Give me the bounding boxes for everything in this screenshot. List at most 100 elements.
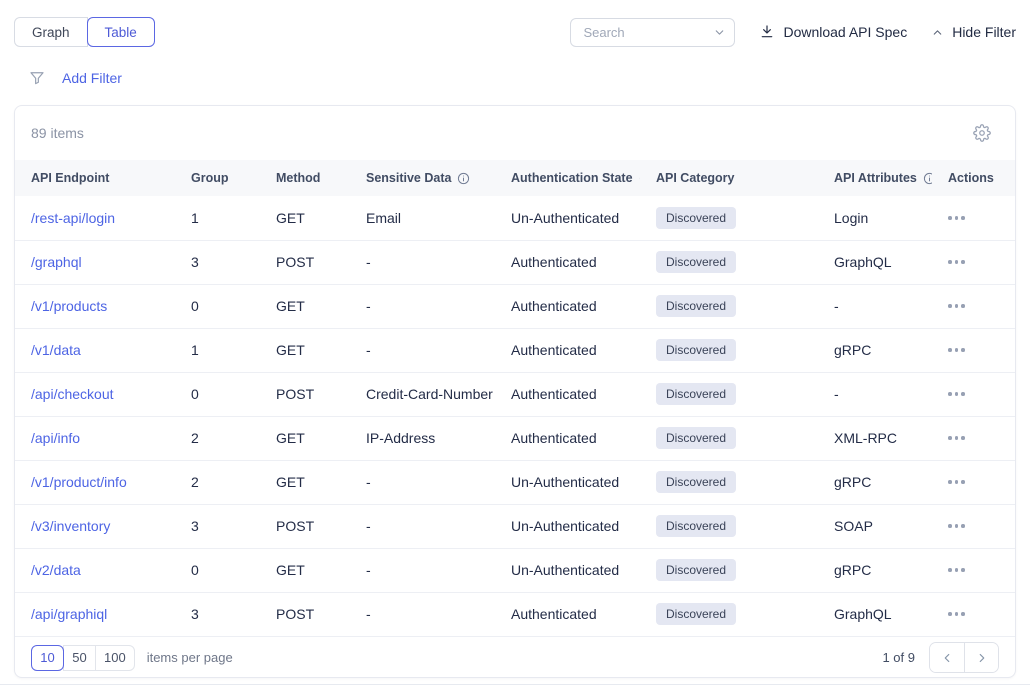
endpoint-link[interactable]: /v2/data: [31, 562, 81, 578]
column-header-authentication-state[interactable]: Authentication State: [495, 160, 640, 196]
table-row: /v3/inventory 3 POST - Un-Authenticated …: [15, 504, 1015, 548]
column-header-sensitive-data[interactable]: Sensitive Data: [350, 160, 495, 196]
table-settings-button[interactable]: [973, 124, 991, 142]
table-row: /v1/data 1 GET - Authenticated Discovere…: [15, 328, 1015, 372]
filter-bar: Add Filter: [28, 68, 1030, 88]
attributes-cell: gRPC: [818, 328, 932, 372]
top-toolbar: Graph Table Download API Spec Hide Filte…: [0, 0, 1030, 47]
endpoint-link[interactable]: /rest-api/login: [31, 210, 115, 226]
group-cell: 3: [175, 592, 260, 636]
group-cell: 3: [175, 240, 260, 284]
endpoint-link[interactable]: /api/graphiql: [31, 606, 107, 622]
gear-icon: [973, 124, 991, 142]
download-api-spec-button[interactable]: Download API Spec: [759, 24, 907, 40]
status-badge: Discovered: [656, 559, 736, 581]
page-size-50-button[interactable]: 50: [63, 645, 96, 671]
auth-state-cell: Authenticated: [495, 240, 640, 284]
table-view-button[interactable]: Table: [87, 17, 155, 47]
method-cell: POST: [260, 592, 350, 636]
auth-state-cell: Authenticated: [495, 592, 640, 636]
actions-cell: [932, 196, 1015, 240]
page-size-group: 10 50 100 items per page: [31, 645, 233, 671]
search-input[interactable]: [570, 18, 735, 47]
search-select: [570, 18, 735, 47]
auth-state-cell: Authenticated: [495, 416, 640, 460]
sensitive-data-cell: -: [350, 460, 495, 504]
pager: 1 of 9: [882, 642, 999, 673]
endpoint-link[interactable]: /v1/products: [31, 298, 107, 314]
group-cell: 3: [175, 504, 260, 548]
chevron-up-icon: [931, 26, 944, 39]
column-header-group[interactable]: Group: [175, 160, 260, 196]
endpoint-cell: /graphql: [15, 240, 175, 284]
category-cell: Discovered: [640, 460, 818, 504]
row-actions-button[interactable]: [948, 212, 965, 224]
page-size-10-button[interactable]: 10: [31, 645, 64, 671]
add-filter-button[interactable]: Add Filter: [62, 70, 122, 86]
endpoint-link[interactable]: /api/info: [31, 430, 80, 446]
endpoint-cell: /rest-api/login: [15, 196, 175, 240]
sensitive-data-cell: -: [350, 548, 495, 592]
row-actions-button[interactable]: [948, 564, 965, 576]
row-actions-button[interactable]: [948, 300, 965, 312]
next-page-button[interactable]: [964, 643, 998, 672]
endpoint-link[interactable]: /graphql: [31, 254, 82, 270]
auth-state-cell: Authenticated: [495, 284, 640, 328]
info-icon[interactable]: [639, 172, 640, 185]
items-per-page-label: items per page: [147, 650, 233, 665]
chevron-down-icon[interactable]: [713, 26, 726, 39]
info-icon[interactable]: [457, 172, 470, 185]
hide-filter-button[interactable]: Hide Filter: [931, 24, 1016, 40]
sensitive-data-cell: -: [350, 240, 495, 284]
attributes-cell: GraphQL: [818, 240, 932, 284]
endpoint-cell: /v1/data: [15, 328, 175, 372]
row-actions-button[interactable]: [948, 344, 965, 356]
attributes-cell: Login: [818, 196, 932, 240]
attributes-cell: gRPC: [818, 548, 932, 592]
group-cell: 2: [175, 416, 260, 460]
status-badge: Discovered: [656, 515, 736, 537]
method-cell: GET: [260, 460, 350, 504]
download-icon: [759, 24, 775, 40]
column-header-api-endpoint[interactable]: API Endpoint: [15, 160, 175, 196]
endpoint-link[interactable]: /v3/inventory: [31, 518, 110, 534]
group-cell: 0: [175, 372, 260, 416]
column-header-api-category[interactable]: API Category: [640, 160, 818, 196]
actions-cell: [932, 328, 1015, 372]
category-cell: Discovered: [640, 592, 818, 636]
hide-filter-label: Hide Filter: [952, 24, 1016, 40]
sensitive-data-cell: -: [350, 284, 495, 328]
status-badge: Discovered: [656, 383, 736, 405]
table-row: /api/graphiql 3 POST - Authenticated Dis…: [15, 592, 1015, 636]
table-row: /v1/product/info 2 GET - Un-Authenticate…: [15, 460, 1015, 504]
row-actions-button[interactable]: [948, 608, 965, 620]
page-indicator: 1 of 9: [882, 650, 915, 665]
row-actions-button[interactable]: [948, 520, 965, 532]
method-cell: GET: [260, 328, 350, 372]
status-badge: Discovered: [656, 251, 736, 273]
group-cell: 0: [175, 284, 260, 328]
attributes-cell: gRPC: [818, 460, 932, 504]
previous-page-button[interactable]: [930, 643, 964, 672]
endpoint-link[interactable]: /v1/data: [31, 342, 81, 358]
chevron-left-icon: [940, 651, 954, 665]
page-size-100-button[interactable]: 100: [95, 645, 135, 671]
endpoint-cell: /v2/data: [15, 548, 175, 592]
row-actions-button[interactable]: [948, 388, 965, 400]
row-actions-button[interactable]: [948, 476, 965, 488]
row-actions-button[interactable]: [948, 432, 965, 444]
items-count: 89 items: [31, 125, 84, 141]
endpoint-link[interactable]: /api/checkout: [31, 386, 114, 402]
sensitive-data-cell: -: [350, 328, 495, 372]
sensitive-data-cell: Credit-Card-Number: [350, 372, 495, 416]
column-header-method[interactable]: Method: [260, 160, 350, 196]
endpoint-link[interactable]: /v1/product/info: [31, 474, 127, 490]
sensitive-data-cell: -: [350, 592, 495, 636]
graph-view-button[interactable]: Graph: [14, 17, 88, 47]
category-cell: Discovered: [640, 416, 818, 460]
actions-cell: [932, 460, 1015, 504]
column-header-api-attributes[interactable]: API Attributes: [818, 160, 932, 196]
category-cell: Discovered: [640, 240, 818, 284]
info-icon[interactable]: [923, 172, 932, 185]
row-actions-button[interactable]: [948, 256, 965, 268]
